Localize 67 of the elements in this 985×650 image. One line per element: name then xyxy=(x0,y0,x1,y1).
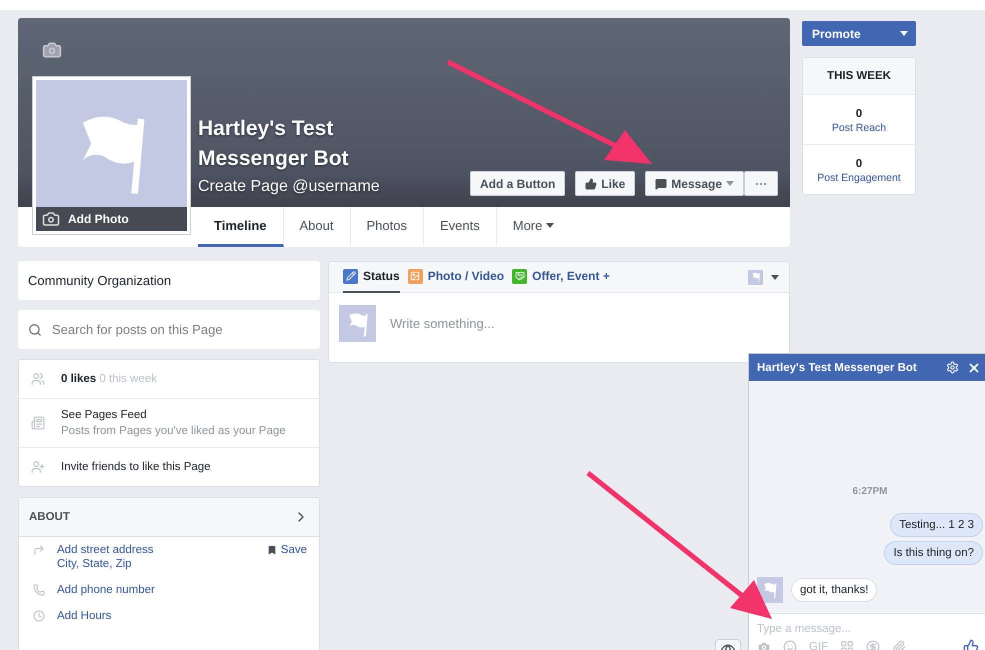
promote-button[interactable]: Promote xyxy=(802,21,916,46)
page-title: Hartley's Test Messenger Bot xyxy=(198,116,350,172)
about-link[interactable]: Add street address xyxy=(57,544,255,556)
this-week-heading: THIS WEEK xyxy=(803,58,915,95)
people-icon xyxy=(31,372,45,386)
about-heading: ABOUT xyxy=(29,511,70,523)
nav-tab[interactable]: About xyxy=(284,207,350,247)
caret-icon xyxy=(546,223,554,228)
directions-icon xyxy=(33,544,45,556)
composer-tab[interactable]: Status xyxy=(343,262,400,292)
nav-tab[interactable]: Timeline xyxy=(198,207,284,247)
search-field[interactable]: Search for posts on this Page xyxy=(18,310,320,349)
page-username: Create Page @username xyxy=(198,178,381,196)
page-avatar[interactable] xyxy=(748,270,763,284)
camera-icon[interactable] xyxy=(757,640,771,650)
caret-icon xyxy=(900,31,908,36)
camera-icon xyxy=(42,210,60,228)
message-bubble: got it, thanks! xyxy=(791,578,878,602)
caret-icon xyxy=(771,274,779,280)
speech-bubble-icon xyxy=(655,178,668,190)
close-icon[interactable] xyxy=(967,360,981,374)
settings-icon[interactable] xyxy=(946,360,959,374)
emoji-icon[interactable] xyxy=(783,640,797,650)
page-category: Community Organization xyxy=(18,261,320,300)
stat-label[interactable]: Post Reach xyxy=(832,122,886,134)
message-button[interactable]: Message xyxy=(645,171,744,196)
nav-tab[interactable]: Events xyxy=(424,207,497,247)
message-bubble: Testing... 1 2 3 xyxy=(890,513,983,537)
add-button-button[interactable]: Add a Button xyxy=(470,171,566,196)
phone-icon xyxy=(33,584,45,596)
flag-icon xyxy=(750,271,762,283)
handshake-icon xyxy=(512,268,528,284)
payment-icon[interactable] xyxy=(866,640,880,650)
camera-icon[interactable] xyxy=(42,40,62,60)
thumbs-up-icon xyxy=(585,178,598,190)
about-link[interactable]: Add phone number xyxy=(57,584,307,596)
composer-tab[interactable]: Offer, Event + xyxy=(512,262,610,292)
nav-tab[interactable]: More xyxy=(496,207,570,247)
bookmark-icon xyxy=(266,545,277,555)
more-button[interactable] xyxy=(744,171,778,196)
composer-tab[interactable]: Photo / Video xyxy=(408,262,504,292)
stickers-icon[interactable] xyxy=(840,640,854,650)
stat-value: 0 xyxy=(856,158,862,170)
add-photo-button[interactable]: Add Photo xyxy=(36,207,187,231)
search-icon xyxy=(28,322,42,336)
pages-feed-link[interactable]: See Pages Feed xyxy=(61,409,307,421)
caret-icon xyxy=(726,181,734,186)
feed-description: Posts from Pages you've liked as your Page xyxy=(61,425,287,437)
invite-link[interactable]: Invite friends to like this Page xyxy=(61,461,307,473)
image-icon xyxy=(408,268,423,284)
message-input[interactable]: Type a message... xyxy=(749,613,985,639)
add-person-icon xyxy=(31,460,45,474)
save-link[interactable]: Save xyxy=(266,544,307,556)
newspaper-icon xyxy=(31,416,45,430)
attach-icon[interactable] xyxy=(892,640,906,650)
like-button[interactable]: Like xyxy=(575,171,636,196)
likes-count: 0 likes 0 this week xyxy=(61,373,158,385)
stat-value: 0 xyxy=(856,108,862,120)
chat-title: Hartley's Test Messenger Bot xyxy=(757,362,917,374)
pencil-icon xyxy=(343,268,358,284)
clock-icon xyxy=(33,610,45,622)
message-time: 6:27PM xyxy=(851,486,888,497)
stat-label[interactable]: Post Engagement xyxy=(817,172,901,184)
about-link[interactable]: City, State, Zip xyxy=(57,558,255,570)
about-link[interactable]: Add Hours xyxy=(57,610,307,622)
message-bubble: Is this thing on? xyxy=(884,541,983,565)
nav-tab[interactable]: Photos xyxy=(350,207,424,247)
